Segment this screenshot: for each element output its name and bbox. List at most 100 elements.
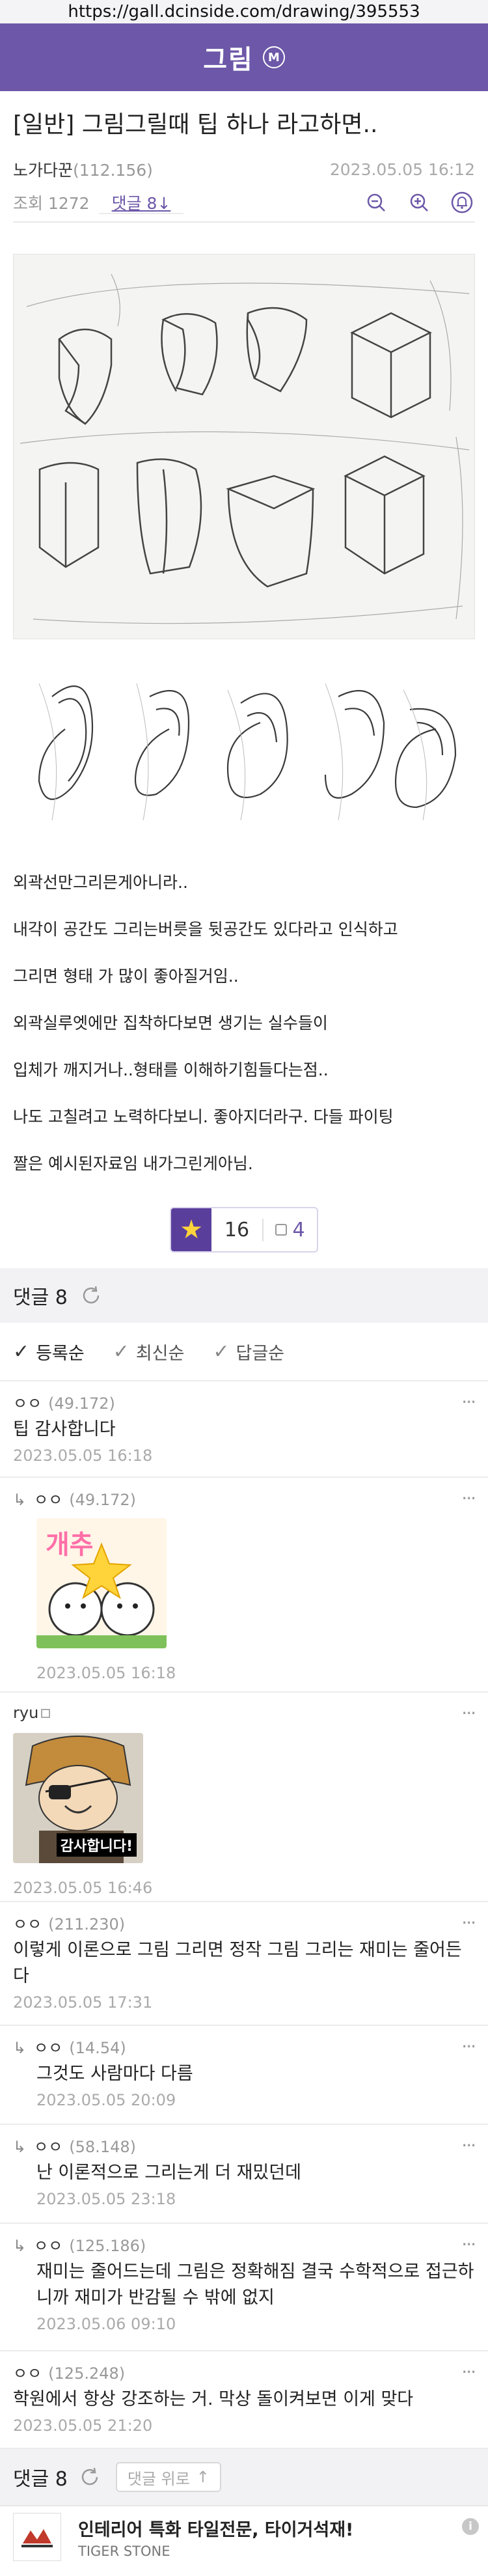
more-icon[interactable]: ··· xyxy=(461,2135,476,2156)
view-count: 조회 1272 xyxy=(13,194,90,213)
comment-date: 2023.05.05 23:18 xyxy=(36,2190,176,2208)
comment-text: 그것도 사람마다 다름 xyxy=(36,2064,193,2084)
more-icon[interactable]: ··· xyxy=(461,2234,476,2255)
body-line: 내각이 공간도 그리는버릇을 뒷공간도 있다라고 인식하고 xyxy=(13,920,398,939)
ad-subtitle: TIGER STONE xyxy=(78,2543,170,2559)
minor-gallery-badge: M xyxy=(262,46,285,68)
comment-text: 이렇게 이론으로 그림 그리면 정작 그림 그리는 재미는 줄어든다 xyxy=(13,1940,462,1986)
zoom-out-icon[interactable] xyxy=(363,189,389,215)
comment-ip: (14.54) xyxy=(69,2038,126,2057)
refresh-icon[interactable] xyxy=(79,1284,103,1307)
more-icon[interactable]: ··· xyxy=(461,1702,476,1724)
scroll-to-comments-button[interactable]: 댓글 위로 ↑ xyxy=(115,2462,221,2492)
more-icon[interactable]: ··· xyxy=(461,1912,476,1933)
url-bar[interactable]: https://gall.dcinside.com/drawing/395553 xyxy=(0,0,488,23)
refresh-icon[interactable] xyxy=(78,2465,102,2489)
fixed-nick-icon xyxy=(41,1709,51,1718)
body-line: 그리면 형태 가 많이 좋아질거임.. xyxy=(13,967,239,986)
comment-reply-item: ↳ ㅇㅇ (49.172) ··· 개추 2023.05.05 16:18 xyxy=(0,1478,488,1693)
comment-reply-item: ↳ ㅇㅇ (125.186) ··· 재미는 줄어드는데 그림은 정확해짐 결국 수학… xyxy=(0,2224,488,2351)
comment-author[interactable]: ㅇㅇ xyxy=(13,2364,42,2383)
comment-date: 2023.05.05 17:31 xyxy=(13,1993,153,2012)
comment-text: 팁 감사합니다 xyxy=(13,1419,116,1439)
body-line: 짤은 예시된자료임 내가그린게아님. xyxy=(13,1154,253,1173)
comment-reply-item: ↳ ㅇㅇ (14.54) ··· 그것도 사람마다 다름 2023.05.05 20:… xyxy=(0,2026,488,2125)
dccon-caption: 개추 xyxy=(46,1530,94,1560)
comment-date: 2023.05.05 21:20 xyxy=(13,2417,153,2435)
downvote-icon xyxy=(275,1224,288,1236)
comment-item: ㅇㅇ (49.172) ··· 팁 감사합니다 2023.05.05 16:18 xyxy=(0,1381,488,1478)
comment-author[interactable]: ㅇㅇ xyxy=(34,2237,62,2255)
recommend-box: ★ 16 4 xyxy=(170,1207,318,1253)
post-author-row: 노가다꾼(112.156) 2023.05.05 16:12 xyxy=(0,155,488,184)
reply-arrow-icon: ↳ xyxy=(13,2236,27,2255)
comment-sort-bar: ✓ 등록순 ✓ 최신순 ✓ 답글순 xyxy=(0,1323,488,1381)
comment-date: 2023.05.05 20:09 xyxy=(36,2091,176,2109)
comment-ip: (125.186) xyxy=(69,2236,146,2255)
up-arrow-icon: ↑ xyxy=(196,2468,210,2486)
comment-author[interactable]: ㅇㅇ xyxy=(13,1394,42,1413)
comment-author[interactable]: ㅇㅇ xyxy=(34,2138,62,2156)
post-image-loop-sketches[interactable] xyxy=(13,658,475,833)
comment-date: 2023.05.06 09:10 xyxy=(36,2315,176,2333)
post-author[interactable]: 노가다꾼 xyxy=(13,161,73,180)
comment-footer-label: 댓글 8 xyxy=(13,2468,68,2491)
comment-count-link[interactable]: 댓글 8↓ xyxy=(98,194,184,214)
comment-date: 2023.05.05 16:18 xyxy=(36,1664,176,1682)
checkmark-icon: ✓ xyxy=(13,1340,30,1363)
sort-latest[interactable]: ✓ 최신순 xyxy=(113,1339,185,1364)
ad-title: 인테리어 특화 타일전문, 타이거석재! xyxy=(78,2519,354,2540)
recommend-count: 16 xyxy=(211,1218,264,1241)
comment-text: 재미는 줄어드는데 그림은 정확해짐 결국 수학적으로 접근하니까 재미가 반감… xyxy=(36,2262,474,2308)
comment-ip: (49.172) xyxy=(48,1394,115,1413)
ad-banner[interactable]: 인테리어 특화 타일전문, 타이거석재! TIGER STONE i xyxy=(0,2505,488,2568)
comment-ip: (125.248) xyxy=(48,2364,126,2383)
dccon-sticker-thanks[interactable]: 감사합니다! xyxy=(13,1733,143,1863)
comment-ip: (49.172) xyxy=(69,1490,136,1509)
checkmark-icon: ✓ xyxy=(113,1340,129,1363)
url-text: https://gall.dcinside.com/drawing/395553 xyxy=(68,2,420,21)
post-title: [일반] 그림그릴때 팁 하나 라고하면.. xyxy=(13,111,378,138)
recommend-star-button[interactable]: ★ xyxy=(171,1208,211,1251)
more-icon[interactable]: ··· xyxy=(461,1488,476,1509)
reply-arrow-icon: ↳ xyxy=(13,2038,27,2057)
comment-item: ㅇㅇ (211.230) ··· 이렇게 이론으로 그림 그리면 정작 그림 그리는… xyxy=(0,1902,488,2026)
gallery-header: 그림 M xyxy=(0,23,488,91)
post-stats-row: 조회 1272 댓글 8↓ xyxy=(0,184,488,221)
post-author-ip: (112.156) xyxy=(73,161,153,180)
comment-author[interactable]: ryu xyxy=(13,1704,38,1722)
bell-icon[interactable] xyxy=(449,189,475,215)
comment-header: 댓글 8 xyxy=(0,1268,488,1323)
tiger-stone-logo xyxy=(13,2513,61,2561)
sort-registered[interactable]: ✓ 등록순 xyxy=(13,1339,85,1364)
body-line: 나도 고칠려고 노력하다보니. 좋아지더라구. 다들 파이팅 xyxy=(13,1107,394,1126)
comment-footer: 댓글 8 댓글 위로 ↑ xyxy=(0,2449,488,2505)
more-icon[interactable]: ··· xyxy=(461,1391,476,1413)
reply-arrow-icon: ↳ xyxy=(13,2137,27,2156)
comment-item: ㅇㅇ (125.248) ··· 학원에서 항상 강조하는 거. 막상 돌이켜보면 … xyxy=(0,2351,488,2449)
post-image-cylinder-sketches[interactable] xyxy=(13,254,475,639)
body-line: 외곽실루엣에만 집착하다보면 생기는 실수들이 xyxy=(13,1014,328,1032)
sort-replies[interactable]: ✓ 답글순 xyxy=(213,1339,284,1364)
downvote-button[interactable]: 4 xyxy=(264,1219,317,1241)
info-icon[interactable]: i xyxy=(462,2518,479,2535)
post-date: 2023.05.05 16:12 xyxy=(329,159,475,179)
dccon-sticker-gaechu[interactable]: 개추 xyxy=(36,1518,167,1648)
star-icon: ★ xyxy=(180,1215,203,1245)
more-icon[interactable]: ··· xyxy=(461,2361,476,2383)
comment-text: 난 이론적으로 그리는게 더 재밌던데 xyxy=(36,2163,301,2183)
comment-author[interactable]: ㅇㅇ xyxy=(34,1491,62,1509)
more-icon[interactable]: ··· xyxy=(461,2036,476,2057)
gallery-title[interactable]: 그림 xyxy=(203,38,254,76)
zoom-in-icon[interactable] xyxy=(406,189,432,215)
comment-ip: (58.148) xyxy=(69,2137,136,2156)
comment-author[interactable]: ㅇㅇ xyxy=(13,1915,42,1933)
post-header-divider xyxy=(13,221,475,223)
dccon-caption: 감사합니다! xyxy=(56,1833,137,1857)
comment-reply-item: ↳ ㅇㅇ (58.148) ··· 난 이론적으로 그리는게 더 재밌던데 2023.… xyxy=(0,2125,488,2224)
post-body: 외곽선만그리믄게아니라.. 내각이 공간도 그리는버릇을 뒷공간도 있다라고 인… xyxy=(0,833,488,1187)
comment-author[interactable]: ㅇㅇ xyxy=(34,2039,62,2057)
body-line: 외곽선만그리믄게아니라.. xyxy=(13,873,188,892)
comment-text: 학원에서 항상 강조하는 거. 막상 돌이켜보면 이게 맞다 xyxy=(13,2389,414,2409)
comment-item: ryu ··· 감사합니다! 2023.05.05 16:46 xyxy=(0,1693,488,1902)
